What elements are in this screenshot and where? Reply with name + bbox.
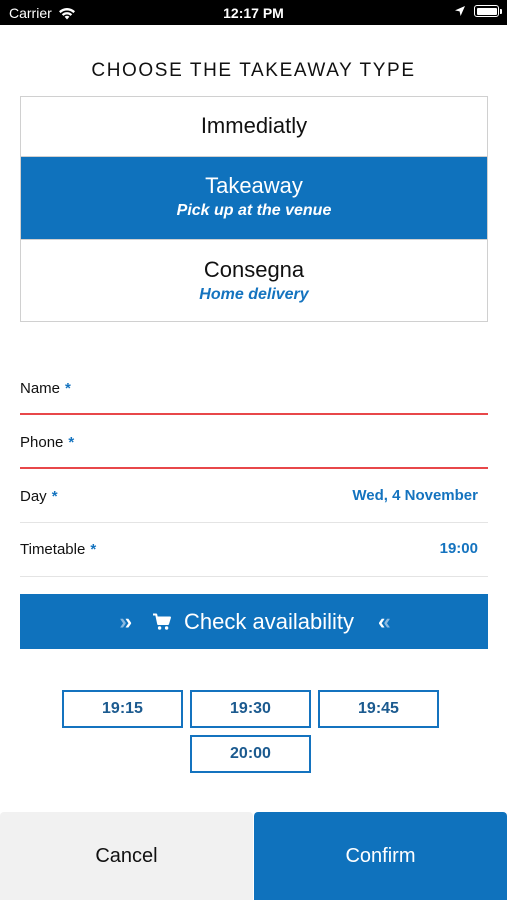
double-chevron-left-icon: ‹‹ — [378, 608, 391, 635]
phone-label: Phone * — [20, 434, 74, 451]
day-label: Day * — [20, 488, 58, 505]
option-subtitle: Home delivery — [199, 286, 309, 303]
time-slot-button[interactable]: 19:30 — [190, 690, 311, 728]
timetable-label-text: Timetable — [20, 541, 86, 558]
time-slot-button[interactable]: 20:00 — [190, 735, 311, 773]
time-slot-button[interactable]: 19:45 — [318, 690, 439, 728]
chevron-bright: › — [124, 608, 132, 634]
name-label-text: Name — [20, 380, 61, 397]
confirm-button[interactable]: Confirm — [254, 812, 507, 900]
required-marker: * — [90, 541, 97, 558]
option-takeaway[interactable]: Takeaway Pick up at the venue — [21, 157, 487, 239]
status-time: 12:17 PM — [223, 5, 284, 21]
battery-icon — [474, 5, 502, 17]
double-chevron-right-icon: ›› — [119, 608, 132, 635]
option-title: Consegna — [203, 257, 305, 282]
timetable-value: 19:00 — [439, 540, 478, 557]
required-marker: * — [68, 434, 75, 451]
page-title: CHOOSE THE TAKEAWAY TYPE — [91, 60, 416, 81]
takeaway-type-selector: Immediatly Takeaway Pick up at the venue… — [20, 96, 488, 322]
option-consegna[interactable]: Consegna Home delivery — [21, 240, 487, 322]
cart-icon — [153, 613, 172, 630]
day-field[interactable]: Day * Wed, 4 November — [20, 469, 488, 523]
cancel-button[interactable]: Cancel — [0, 812, 253, 900]
option-title: Immediatly — [200, 113, 308, 138]
required-marker: * — [51, 488, 58, 505]
name-field[interactable]: Name * — [20, 361, 488, 415]
option-subtitle: Pick up at the venue — [176, 202, 332, 219]
day-label-text: Day — [20, 488, 47, 505]
day-value: Wed, 4 November — [352, 487, 478, 504]
required-marker: * — [65, 380, 71, 397]
option-title: Takeaway — [205, 173, 303, 198]
check-availability-button[interactable]: ›› Check availability ‹‹ — [20, 594, 488, 649]
timetable-label: Timetable * — [20, 541, 96, 558]
phone-label-text: Phone — [20, 434, 64, 451]
name-label: Name * — [20, 380, 71, 397]
timetable-divider — [20, 576, 488, 577]
option-immediatly[interactable]: Immediatly — [21, 97, 487, 156]
check-availability-label: Check availability — [184, 608, 354, 634]
timetable-field[interactable]: Timetable * 19:00 — [20, 523, 488, 577]
chevron-dim: ‹ — [383, 608, 390, 634]
status-right — [454, 5, 502, 17]
status-bar: Carrier 12:17 PM — [0, 0, 507, 25]
time-slot-button[interactable]: 19:15 — [62, 690, 183, 728]
phone-field[interactable]: Phone * — [20, 415, 488, 469]
location-arrow-icon — [455, 6, 465, 16]
